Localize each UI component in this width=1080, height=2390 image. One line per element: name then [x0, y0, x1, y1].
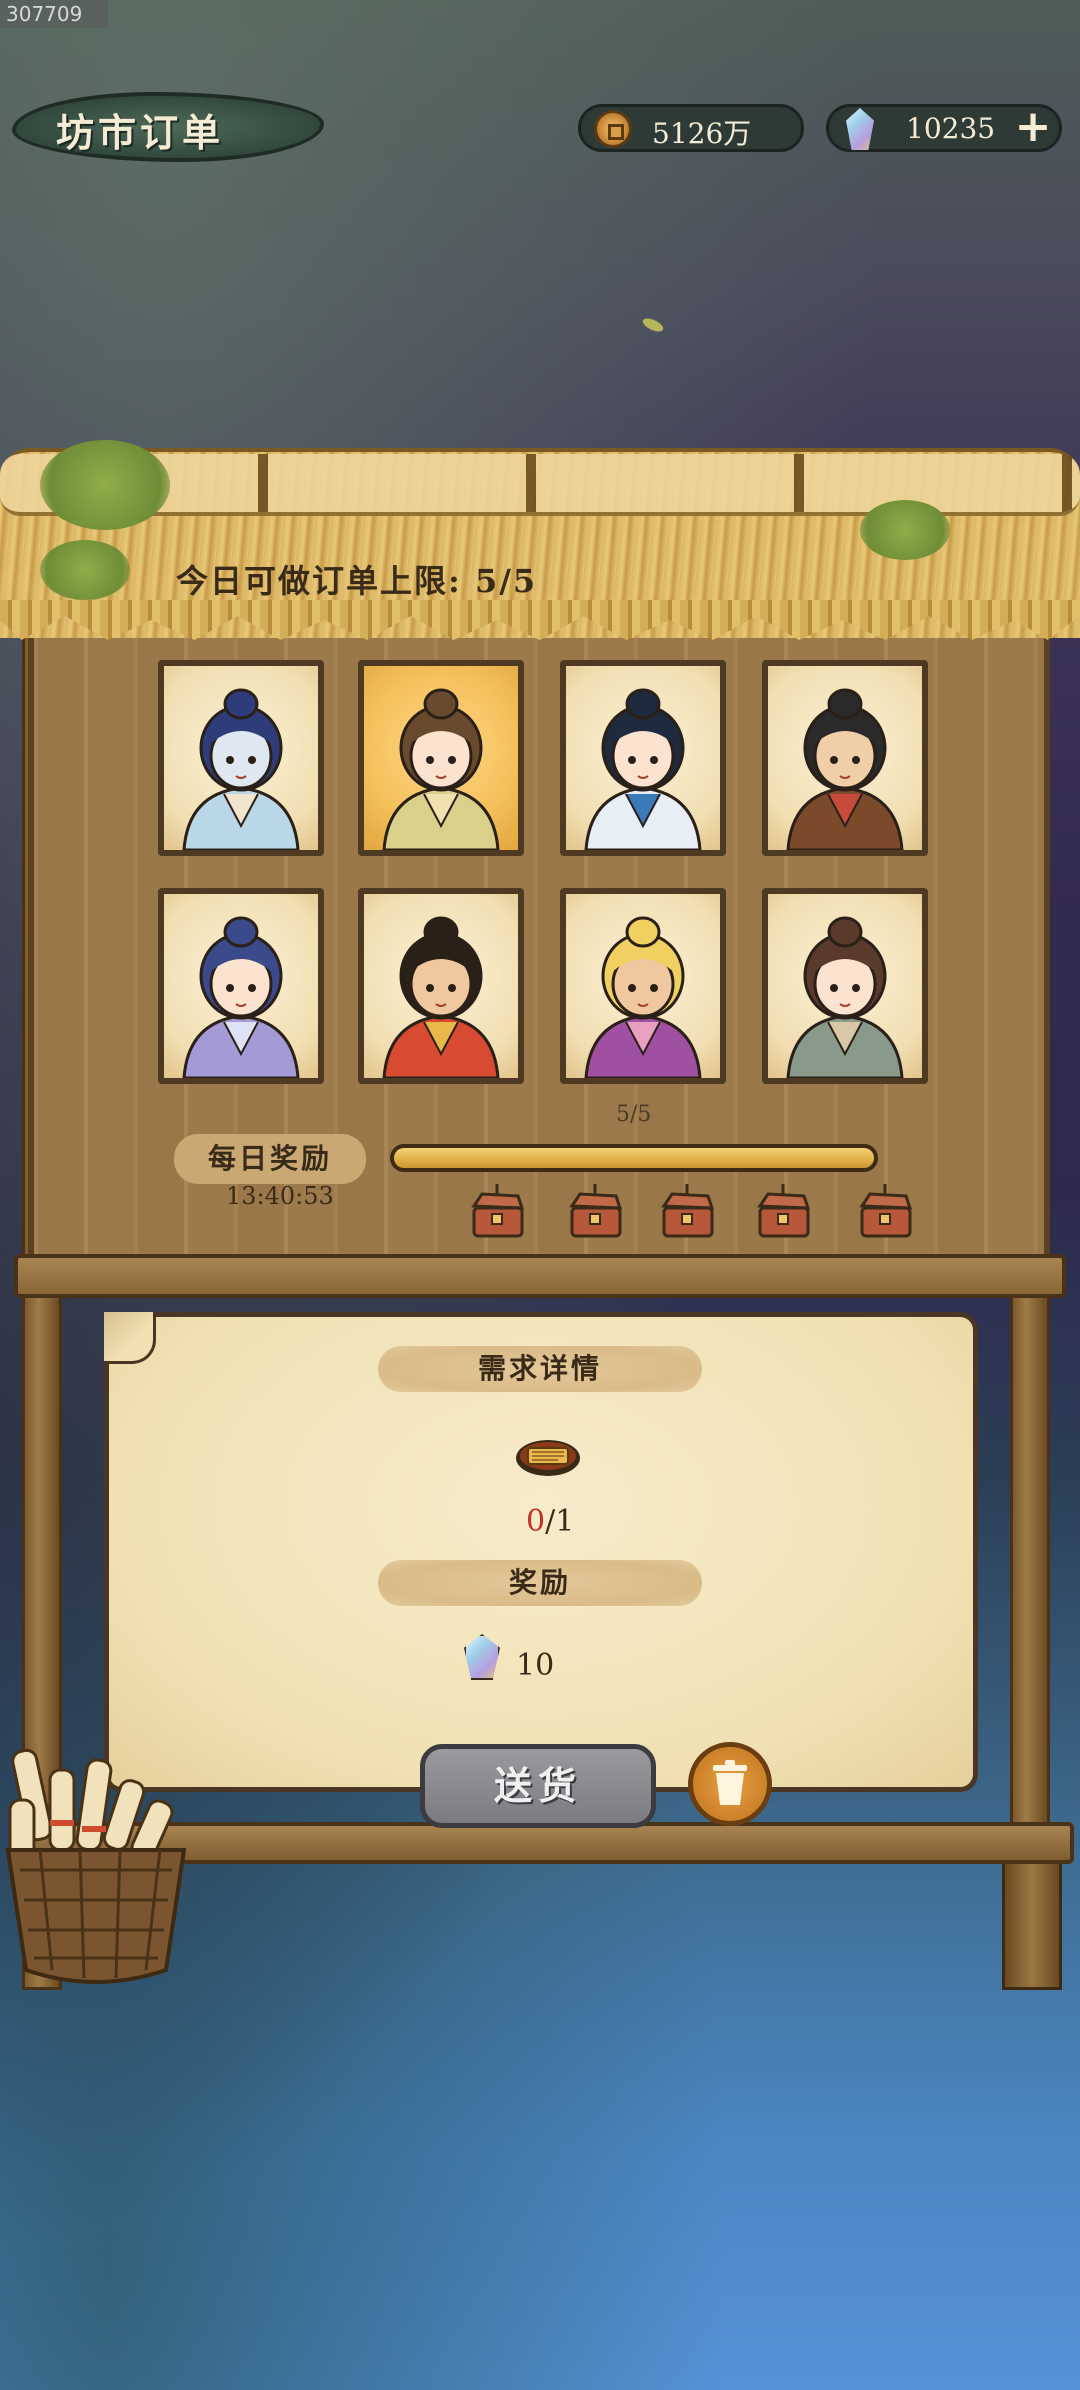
dragon-scholar-icon: [182, 688, 300, 850]
watermark: 307709: [0, 0, 108, 28]
customer-portrait-brown-hair-girl[interactable]: [358, 660, 524, 856]
trash-icon: [713, 1760, 747, 1805]
page-curl: [104, 1312, 156, 1364]
requirement-total: /1: [545, 1504, 575, 1539]
requested-item-icon: [516, 1440, 580, 1476]
requirement-count: 0/1: [526, 1504, 574, 1540]
order-limit-text: 今日可做订单上限: 5/5: [176, 562, 538, 600]
cat-eared-girl-icon: [786, 916, 904, 1078]
brown-hair-girl-icon: [382, 688, 500, 850]
blue-ribbon-girl-icon: [584, 688, 702, 850]
reward-chest-icon[interactable]: [856, 1184, 914, 1240]
customer-portrait-dragon-scholar[interactable]: [158, 660, 324, 856]
reward-chest-icon[interactable]: [468, 1184, 526, 1240]
farmer-boy-icon: [786, 688, 904, 850]
reward-chest-icon[interactable]: [658, 1184, 716, 1240]
customer-portrait-cat-eared-girl[interactable]: [762, 888, 928, 1084]
wooden-shelf: [14, 1254, 1066, 1298]
moss-left: [40, 440, 170, 530]
reward-chest-icon[interactable]: [566, 1184, 624, 1240]
reward-chest-icon[interactable]: [754, 1184, 812, 1240]
reward-header: 奖励: [378, 1560, 702, 1606]
discard-order-button[interactable]: [688, 1742, 772, 1826]
customer-portrait-elf-lady[interactable]: [158, 888, 324, 1084]
customer-portrait-merchant-abacus[interactable]: [358, 888, 524, 1084]
moss-right: [860, 500, 950, 560]
gem-balance: 10235: [906, 112, 996, 145]
copper-coin-icon: [594, 110, 632, 148]
deliver-button[interactable]: 送货: [420, 1744, 656, 1828]
merchant-abacus-icon: [382, 916, 500, 1078]
daily-progress-text: 5/5: [616, 1102, 652, 1127]
daily-reward-label: 每日奖励: [174, 1134, 366, 1184]
reward-amount: 10: [516, 1648, 555, 1683]
daily-reward-timer: 13:40:53: [226, 1182, 334, 1210]
coin-balance: 5126万: [652, 117, 752, 150]
blonde-dancer-icon: [584, 916, 702, 1078]
customer-portrait-farmer-boy[interactable]: [762, 660, 928, 856]
scroll-basket-icon: [5, 1748, 187, 1984]
add-gems-button[interactable]: +: [1012, 104, 1054, 150]
requirement-header: 需求详情: [378, 1346, 702, 1392]
elf-lady-icon: [182, 916, 300, 1078]
page-title: 坊市订单: [56, 110, 225, 155]
daily-progress-fill: [394, 1148, 874, 1168]
daily-progress-bar: [390, 1144, 878, 1172]
right-post-foot: [1002, 1860, 1062, 1990]
moss-left-lower: [40, 540, 130, 600]
customer-portrait-blue-ribbon-girl[interactable]: [560, 660, 726, 856]
requirement-current: 0: [526, 1504, 546, 1539]
customer-portrait-blonde-dancer[interactable]: [560, 888, 726, 1084]
